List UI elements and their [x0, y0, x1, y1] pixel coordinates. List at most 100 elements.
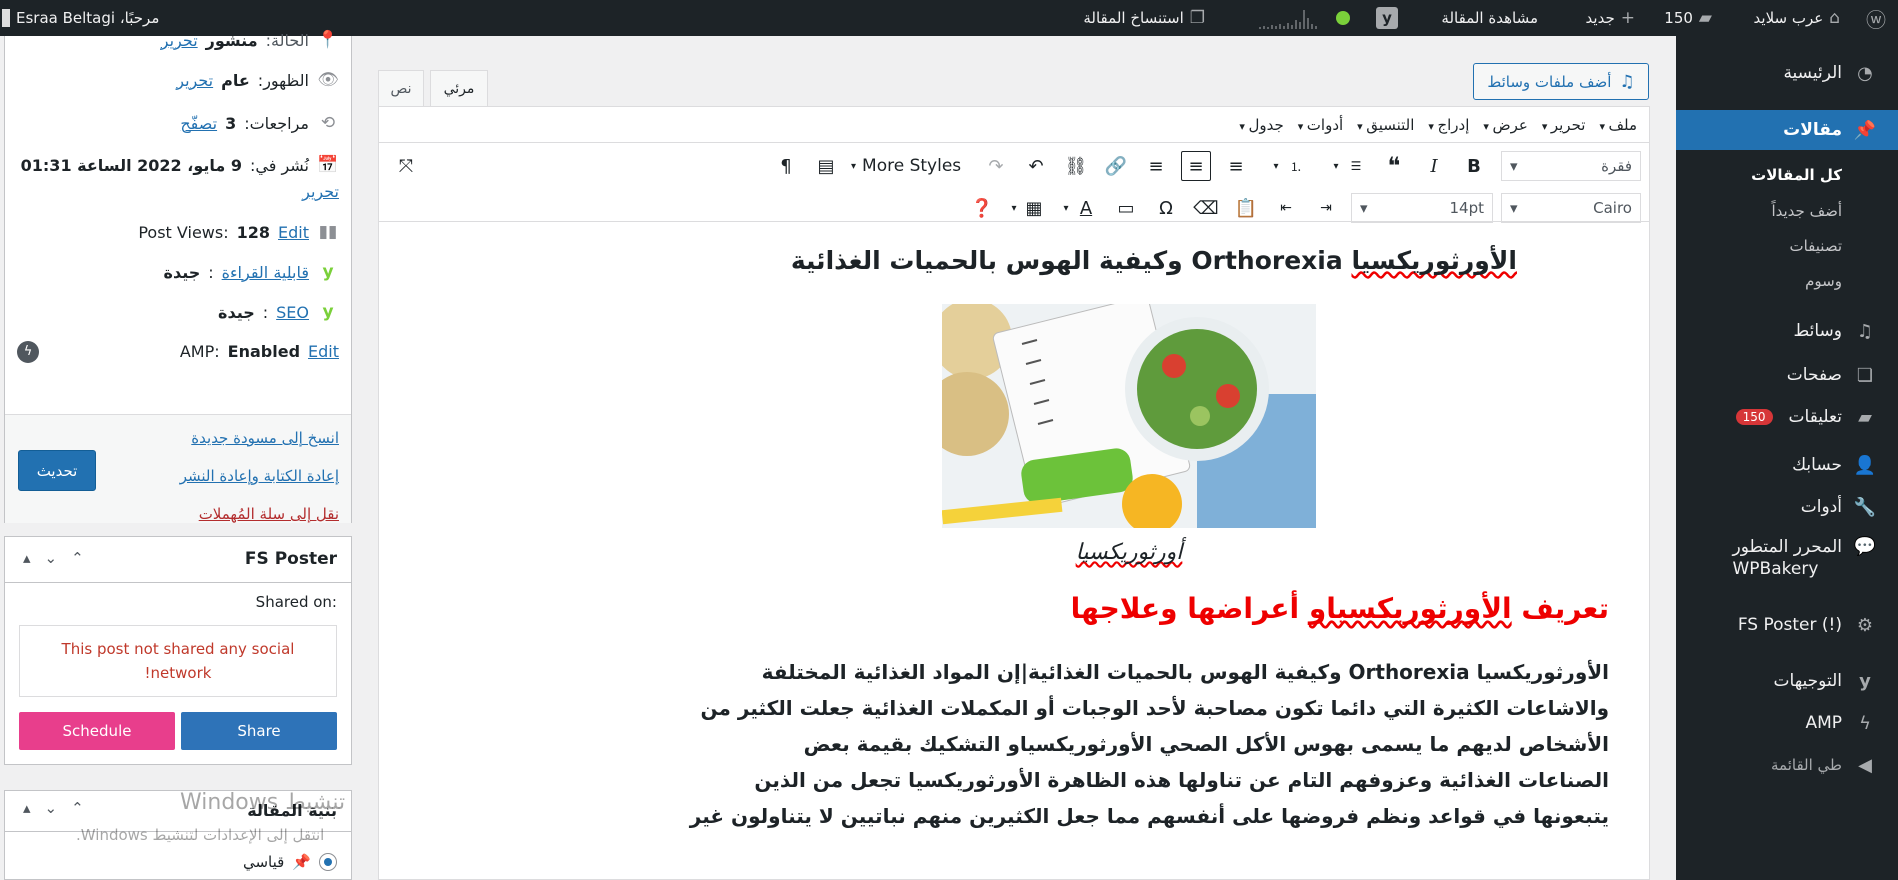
user-icon: 👤	[1853, 454, 1877, 476]
menu-edit[interactable]: تحرير	[1542, 116, 1586, 134]
published-edit-link[interactable]: تحرير	[302, 182, 339, 201]
sidebar-item-tools[interactable]: 🔧 أدوات	[1676, 490, 1898, 524]
more-styles-dropdown[interactable]: ▾ More Styles	[851, 151, 961, 181]
tab-visual[interactable]: مرئي	[430, 70, 488, 107]
format-select[interactable]: ▾ فقرة	[1501, 151, 1641, 181]
my-account-link[interactable]: مرحبًا، Esraa Beltagi	[2, 0, 159, 36]
copy-to-draft-link[interactable]: انسخ إلى مسودة جديدة	[191, 429, 339, 447]
readability-link[interactable]: قابلية القراءة	[222, 263, 309, 282]
paste-text-icon[interactable]: 📋	[1231, 193, 1261, 223]
bold-icon[interactable]: B	[1459, 151, 1489, 181]
sidebar-item-yoast[interactable]: y التوجيهات	[1676, 664, 1898, 698]
submenu-tags[interactable]: وسوم	[1805, 272, 1842, 290]
sidebar-item-fs-poster[interactable]: ⚙ FS Poster (!)	[1676, 608, 1898, 642]
trash-link[interactable]: نقل إلى سلة المُهملات	[199, 505, 339, 523]
sidebar-item-pages[interactable]: ❏ صفحات	[1676, 358, 1898, 392]
sidebar-item-posts[interactable]: 📌 مقالات	[1676, 110, 1898, 150]
menu-table[interactable]: جدول	[1239, 116, 1283, 134]
font-size-select[interactable]: ▾ 14pt	[1351, 193, 1493, 223]
menu-view[interactable]: عرض	[1483, 116, 1527, 134]
clear-formatting-icon[interactable]: ⌫	[1191, 193, 1221, 223]
update-button[interactable]: تحديث	[18, 450, 96, 491]
stats-sparkline-icon[interactable]	[1258, 0, 1318, 36]
sidebar-item-profile[interactable]: 👤 حسابك	[1676, 448, 1898, 482]
dropdown-arrow-icon: ▾	[1510, 157, 1518, 175]
visibility-row: 👁 الظهور: عام تحرير	[176, 70, 339, 90]
bullet-list-dropdown-icon[interactable]: ▾	[1321, 151, 1351, 181]
duplicate-post-link[interactable]: ❐ استنساخ المقالة	[1083, 0, 1205, 36]
chevron-down-icon[interactable]: ⌄	[45, 799, 72, 817]
move-up-icon[interactable]: ▴	[23, 549, 45, 567]
menu-format[interactable]: التنسيق	[1357, 116, 1414, 134]
view-post-link[interactable]: مشاهدة المقالة	[1441, 0, 1538, 36]
submenu-all-posts[interactable]: كل المقالات	[1751, 166, 1842, 184]
readability-row: y قابلية القراءة: جيدة	[164, 262, 340, 282]
avatar	[2, 9, 10, 27]
sidebar-item-dashboard[interactable]: ◔ الرئيسية	[1676, 56, 1898, 90]
align-right-icon[interactable]: ≡	[1141, 151, 1171, 181]
unlink-icon[interactable]: ⛓	[1061, 151, 1091, 181]
site-name-link[interactable]: ⌂ عرب سلايد	[1754, 0, 1840, 36]
chevron-up-icon[interactable]: ⌃	[71, 549, 98, 567]
comments-link[interactable]: ▰ 150	[1664, 0, 1712, 36]
editor-content[interactable]: الأورثوريكسيا Orthorexia وكيفية الهوس با…	[379, 221, 1649, 879]
yoast-bar-icon[interactable]: y	[1376, 0, 1398, 36]
fullscreen-icon[interactable]: ⤧	[391, 151, 421, 181]
post-paragraph: الأورثوريكسيا Orthorexia وكيفية الهوس با…	[649, 654, 1609, 834]
seo-link[interactable]: SEO	[276, 303, 309, 322]
chevron-down-icon[interactable]: ⌄	[45, 549, 72, 567]
move-up-icon[interactable]: ▴	[23, 799, 45, 817]
collapse-menu-button[interactable]: ◀ طي القائمة	[1676, 748, 1898, 782]
featured-image[interactable]	[942, 304, 1316, 528]
italic-icon[interactable]: I	[1419, 151, 1449, 181]
shared-on-label: Shared on:	[255, 593, 337, 611]
sidebar-item-comments[interactable]: ▰ تعليقات 150	[1676, 400, 1898, 434]
font-family-select[interactable]: ▾ Cairo	[1501, 193, 1641, 223]
numbered-list-dropdown-icon[interactable]: ▾	[1261, 151, 1291, 181]
text-color-dropdown-icon[interactable]: ▾	[1051, 193, 1081, 223]
help-icon[interactable]: ❓	[967, 193, 997, 223]
submenu-categories[interactable]: تصنيفات	[1789, 237, 1842, 255]
paragraph-line: والاشاعات الكثيرة التي دائما تكون مصاحبة…	[700, 696, 1609, 720]
post-views-edit-link[interactable]: Edit	[278, 223, 309, 242]
chevron-up-icon[interactable]: ⌃	[71, 799, 98, 817]
align-left-icon[interactable]: ≡	[1221, 151, 1251, 181]
new-content-link[interactable]: + جديد	[1586, 0, 1635, 36]
paragraph-direction-icon[interactable]: ¶	[771, 151, 801, 181]
rewrite-republish-link[interactable]: إعادة الكتابة وإعادة النشر	[180, 467, 339, 485]
blockquote-icon[interactable]: ❝	[1379, 151, 1409, 181]
indent-icon[interactable]: ⇥	[1311, 193, 1341, 223]
align-center-icon[interactable]: ≡	[1181, 151, 1211, 181]
menu-file[interactable]: ملف	[1599, 116, 1637, 134]
schedule-button[interactable]: Schedule	[19, 712, 175, 750]
outdent-icon[interactable]: ⇤	[1271, 193, 1301, 223]
visibility-edit-link[interactable]: تحرير	[176, 71, 213, 90]
table-dropdown-icon[interactable]: ▾	[999, 193, 1029, 223]
calendar-icon: 📅	[317, 155, 339, 175]
table-grid-icon[interactable]: ▤	[811, 151, 841, 181]
amp-edit-link[interactable]: Edit	[308, 342, 339, 361]
special-character-icon[interactable]: Ω	[1151, 193, 1181, 223]
format-radio[interactable]	[319, 853, 337, 871]
amp-icon: ϟ	[1859, 712, 1871, 734]
sidebar-item-wpbakery[interactable]: 💬 المحرر المتطور WPBakery	[1676, 536, 1898, 588]
dropdown-arrow-icon: ▾	[851, 160, 857, 172]
menu-insert[interactable]: إدراج	[1428, 116, 1469, 134]
format-standard-option[interactable]: 📌 قياسي	[243, 853, 337, 871]
redo-icon[interactable]: ↷	[981, 151, 1011, 181]
menu-tools[interactable]: أدوات	[1298, 116, 1343, 134]
status-edit-link[interactable]: تحرير	[161, 31, 198, 50]
comments-badge: 150	[1735, 409, 1773, 425]
tab-text[interactable]: نص	[378, 70, 424, 107]
sidebar-item-media[interactable]: ♫ وسائط	[1676, 314, 1898, 348]
undo-icon[interactable]: ↶	[1021, 151, 1051, 181]
browse-revisions-link[interactable]: تصفّح	[180, 114, 217, 133]
sidebar-item-amp[interactable]: ϟ AMP	[1676, 706, 1898, 740]
active-menu-arrow	[1664, 112, 1676, 136]
submenu-add-new[interactable]: أضف جديداً	[1771, 202, 1842, 220]
link-icon[interactable]: 🔗	[1101, 151, 1131, 181]
horizontal-line-icon[interactable]: ▭	[1111, 193, 1141, 223]
add-media-button[interactable]: ♫ أضف ملفات وسائط	[1473, 63, 1649, 100]
share-button[interactable]: Share	[181, 712, 337, 750]
wordpress-logo-icon[interactable]: ⓦ	[1866, 0, 1886, 36]
